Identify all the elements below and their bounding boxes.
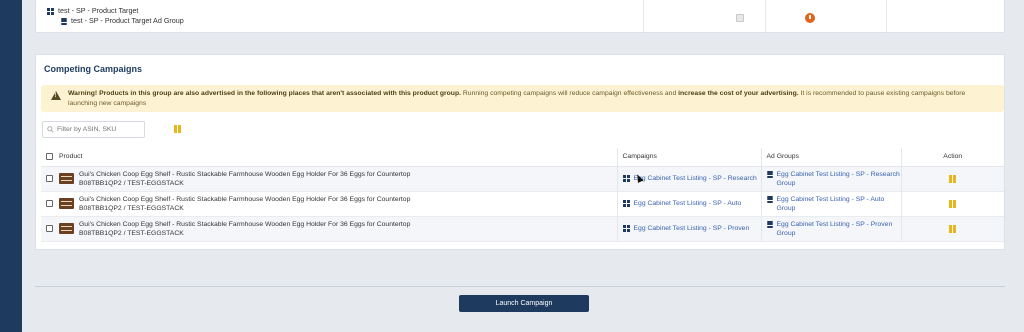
left-sidebar bbox=[0, 0, 22, 332]
header-ad-groups: Ad Groups bbox=[760, 148, 901, 167]
table-row: Gui's Chicken Coop Egg Shelf - Rustic St… bbox=[41, 166, 1004, 192]
competing-table: Product Campaigns Ad Groups Action Gui's… bbox=[41, 148, 1004, 242]
previous-table-row: test - SP - Product Target test - SP - P… bbox=[35, 0, 1005, 33]
product-cell: Gui's Chicken Coop Egg Shelf - Rustic St… bbox=[59, 220, 617, 238]
pause-icon[interactable] bbox=[949, 224, 957, 233]
search-icon bbox=[47, 126, 54, 133]
product-name: Gui's Chicken Coop Egg Shelf - Rustic St… bbox=[79, 195, 411, 203]
warning-bold-1: Warning! Products in this group are also… bbox=[68, 90, 461, 97]
row-checkbox[interactable] bbox=[46, 174, 53, 182]
header-campaigns: Campaigns bbox=[616, 148, 761, 167]
table-row: Gui's Chicken Coop Egg Shelf - Rustic St… bbox=[41, 216, 1004, 242]
pause-icon[interactable] bbox=[949, 199, 957, 208]
clock-icon[interactable] bbox=[805, 13, 815, 23]
top-campaign-label: test - SP - Product Target bbox=[58, 6, 139, 15]
section-title: Competing Campaigns bbox=[44, 64, 143, 74]
header-action: Action bbox=[900, 148, 1004, 167]
ad-group-link[interactable]: Egg Cabinet Test Listing - SP - Auto Gro… bbox=[766, 195, 901, 213]
column-divider bbox=[643, 0, 644, 33]
warning-icon bbox=[51, 91, 61, 102]
campaign-icon bbox=[622, 175, 630, 182]
warning-text-1: Running competing campaigns will reduce … bbox=[461, 90, 679, 97]
campaign-label: Egg Cabinet Test Listing - SP - Research bbox=[633, 175, 757, 182]
product-thumbnail bbox=[59, 198, 74, 209]
campaign-icon bbox=[622, 200, 630, 207]
product-thumbnail bbox=[59, 173, 74, 184]
campaign-link[interactable]: Egg Cabinet Test Listing - SP - Research bbox=[622, 174, 761, 183]
top-ad-group-label: test - SP - Product Target Ad Group bbox=[71, 16, 184, 25]
filter-input[interactable] bbox=[57, 126, 142, 133]
ad-group-label: Egg Cabinet Test Listing - SP - Auto Gro… bbox=[776, 195, 885, 212]
launch-campaign-button[interactable]: Launch Campaign bbox=[459, 295, 589, 312]
column-divider bbox=[886, 0, 887, 33]
ad-group-label: Egg Cabinet Test Listing - SP - Research… bbox=[776, 170, 900, 187]
product-cell: Gui's Chicken Coop Egg Shelf - Rustic St… bbox=[59, 170, 617, 188]
warning-bold-2: increase the cost of your advertising. bbox=[678, 90, 799, 97]
campaign-icon bbox=[47, 7, 54, 15]
product-name: Gui's Chicken Coop Egg Shelf - Rustic St… bbox=[79, 220, 411, 228]
top-campaign[interactable]: test - SP - Product Target bbox=[47, 6, 138, 15]
ad-group-icon bbox=[766, 195, 773, 203]
campaign-icon bbox=[622, 225, 630, 232]
row-checkbox[interactable] bbox=[46, 224, 53, 232]
campaign-link[interactable]: Egg Cabinet Test Listing - SP - Proven bbox=[622, 224, 761, 233]
column-divider bbox=[765, 0, 766, 33]
product-ids: B08TBB1QP2 / TEST-EGGSTACK bbox=[79, 179, 184, 187]
row-checkbox[interactable] bbox=[46, 199, 53, 207]
ad-group-link[interactable]: Egg Cabinet Test Listing - SP - Proven G… bbox=[766, 220, 901, 238]
ad-group-link[interactable]: Egg Cabinet Test Listing - SP - Research… bbox=[766, 170, 901, 188]
footer-divider bbox=[35, 286, 1005, 287]
header-product: Product bbox=[54, 148, 617, 167]
ad-group-icon bbox=[766, 220, 773, 228]
product-cell: Gui's Chicken Coop Egg Shelf - Rustic St… bbox=[59, 195, 617, 213]
ad-group-label: Egg Cabinet Test Listing - SP - Proven G… bbox=[776, 220, 893, 237]
ad-group-icon bbox=[766, 170, 773, 178]
warning-banner: Warning! Products in this group are also… bbox=[41, 85, 1004, 112]
product-thumbnail bbox=[59, 223, 74, 234]
disabled-checkbox[interactable] bbox=[736, 14, 744, 22]
campaign-label: Egg Cabinet Test Listing - SP - Auto bbox=[633, 200, 742, 207]
filter-box bbox=[42, 121, 145, 138]
ad-group-icon bbox=[61, 17, 67, 25]
product-ids: B08TBB1QP2 / TEST-EGGSTACK bbox=[79, 229, 184, 237]
top-ad-group[interactable]: test - SP - Product Target Ad Group bbox=[61, 16, 184, 25]
table-header-row: Product Campaigns Ad Groups Action bbox=[41, 148, 1004, 167]
select-all-checkbox[interactable] bbox=[46, 153, 53, 161]
pause-all-button[interactable] bbox=[174, 125, 181, 133]
product-name: Gui's Chicken Coop Egg Shelf - Rustic St… bbox=[79, 170, 411, 178]
product-ids: B08TBB1QP2 / TEST-EGGSTACK bbox=[79, 204, 184, 212]
campaign-link[interactable]: Egg Cabinet Test Listing - SP - Auto bbox=[622, 199, 761, 208]
competing-campaigns-card: Competing Campaigns Warning! Products in… bbox=[35, 54, 1005, 250]
pause-icon[interactable] bbox=[949, 174, 957, 183]
campaign-label: Egg Cabinet Test Listing - SP - Proven bbox=[633, 225, 750, 232]
table-row: Gui's Chicken Coop Egg Shelf - Rustic St… bbox=[41, 191, 1004, 217]
